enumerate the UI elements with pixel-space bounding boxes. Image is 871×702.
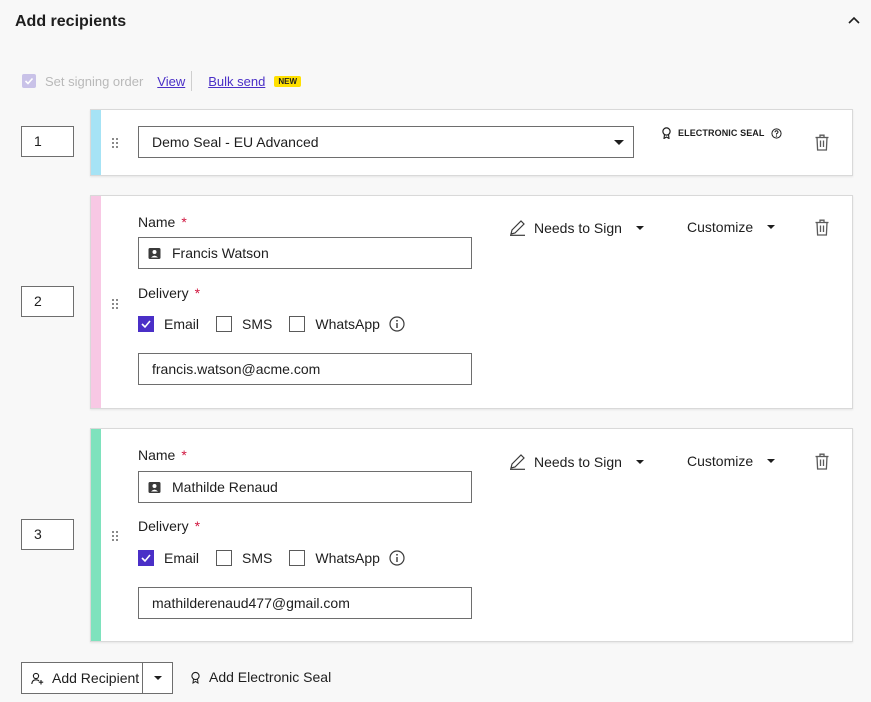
delivery-label: Delivery * <box>138 285 201 301</box>
add-electronic-seal-label: Add Electronic Seal <box>209 669 332 685</box>
trash-icon[interactable] <box>815 134 829 151</box>
seal-select-value: Demo Seal - EU Advanced <box>152 134 319 150</box>
customize-label: Customize <box>687 453 754 469</box>
delivery-options: Email SMS WhatsApp <box>138 550 405 566</box>
whatsapp-checkbox[interactable] <box>289 316 306 332</box>
caret-down-icon <box>767 459 776 463</box>
sms-option-label: SMS <box>242 550 273 566</box>
add-recipient-dropdown[interactable] <box>143 663 172 693</box>
caret-down-icon <box>153 676 162 680</box>
page-title: Add recipients <box>15 13 127 30</box>
sms-checkbox[interactable] <box>216 550 233 566</box>
recipient-card: Name * Mathilde Renaud Delivery * Email SM… <box>90 428 853 642</box>
seal-select[interactable]: Demo Seal - EU Advanced <box>138 126 634 158</box>
email-value: mathilderenaud477@gmail.com <box>152 595 350 611</box>
whatsapp-option-label: WhatsApp <box>315 550 380 566</box>
signing-order-label: Set signing order <box>45 73 144 89</box>
name-value: Francis Watson <box>172 245 269 261</box>
caret-down-icon <box>635 225 644 230</box>
checkmark-icon <box>141 320 151 329</box>
pen-icon <box>510 454 525 470</box>
email-input[interactable]: mathilderenaud477@gmail.com <box>138 587 472 619</box>
name-label: Name * <box>138 447 187 463</box>
caret-down-icon <box>767 225 776 229</box>
checkmark-icon <box>141 554 151 563</box>
seal-icon <box>662 127 671 139</box>
recipient-card-seal: Demo Seal - EU Advanced ELECTRONIC SEAL <box>90 109 853 176</box>
drag-handle-icon[interactable] <box>112 138 118 148</box>
signing-order-checkbox[interactable] <box>22 74 36 88</box>
recipient-color-strip <box>91 110 101 175</box>
name-value: Mathilde Renaud <box>172 479 278 495</box>
delivery-options: Email SMS WhatsApp <box>138 316 405 332</box>
delivery-label: Delivery * <box>138 518 201 534</box>
electronic-seal-tag: ELECTRONIC SEAL <box>661 127 782 139</box>
seal-icon <box>191 671 200 684</box>
bulk-send-link[interactable]: Bulk send <box>208 74 265 89</box>
caret-down-icon <box>635 459 644 464</box>
trash-icon[interactable] <box>815 219 829 236</box>
add-recipient-button[interactable]: Add Recipient <box>22 663 143 693</box>
whatsapp-checkbox[interactable] <box>289 550 306 566</box>
contact-card-icon <box>148 482 161 493</box>
customize-dropdown[interactable]: Customize <box>687 453 776 469</box>
electronic-seal-label: ELECTRONIC SEAL <box>678 128 765 138</box>
role-value: Needs to Sign <box>534 219 622 236</box>
recipient-color-strip <box>91 196 101 408</box>
chevron-up-icon[interactable] <box>846 12 862 28</box>
add-recipient-label: Add Recipient <box>52 670 140 686</box>
view-link[interactable]: View <box>157 74 185 89</box>
new-badge: NEW <box>274 75 301 87</box>
whatsapp-option-label: WhatsApp <box>315 316 380 332</box>
trash-icon[interactable] <box>815 453 829 470</box>
customize-label: Customize <box>687 219 754 235</box>
add-electronic-seal-button[interactable]: Add Electronic Seal <box>190 669 331 685</box>
sms-checkbox[interactable] <box>216 316 233 332</box>
recipient-card: Name * Francis Watson Delivery * Email SMS… <box>90 195 853 409</box>
checkmark-icon <box>24 77 34 85</box>
email-option-label: Email <box>164 550 200 566</box>
email-checkbox[interactable] <box>138 550 154 566</box>
signing-order-row: Set signing order View Bulk send NEW <box>22 71 301 91</box>
email-value: francis.watson@acme.com <box>152 361 321 377</box>
add-user-icon <box>31 672 44 684</box>
email-checkbox[interactable] <box>138 316 154 332</box>
order-input-2[interactable]: 2 <box>21 286 74 317</box>
recipient-color-strip <box>91 429 101 641</box>
role-dropdown[interactable]: Needs to Sign <box>509 219 644 236</box>
info-icon[interactable] <box>389 316 405 332</box>
divider <box>191 71 193 91</box>
drag-handle-icon[interactable] <box>112 299 118 309</box>
caret-down-icon <box>614 140 624 145</box>
drag-handle-icon[interactable] <box>112 531 118 541</box>
email-option-label: Email <box>164 316 200 332</box>
name-input[interactable]: Mathilde Renaud <box>138 471 472 503</box>
contact-card-icon <box>148 248 161 259</box>
pen-icon <box>510 220 525 236</box>
help-icon[interactable] <box>770 127 782 139</box>
name-input[interactable]: Francis Watson <box>138 237 472 269</box>
add-recipient-split-button: Add Recipient <box>21 662 173 694</box>
order-input-1[interactable]: 1 <box>21 126 74 157</box>
customize-dropdown[interactable]: Customize <box>687 219 776 235</box>
info-icon[interactable] <box>389 550 405 566</box>
order-input-3[interactable]: 3 <box>21 519 74 550</box>
name-label: Name * <box>138 214 187 230</box>
role-dropdown[interactable]: Needs to Sign <box>509 453 644 470</box>
role-value: Needs to Sign <box>534 453 622 470</box>
sms-option-label: SMS <box>242 316 273 332</box>
email-input[interactable]: francis.watson@acme.com <box>138 353 472 385</box>
